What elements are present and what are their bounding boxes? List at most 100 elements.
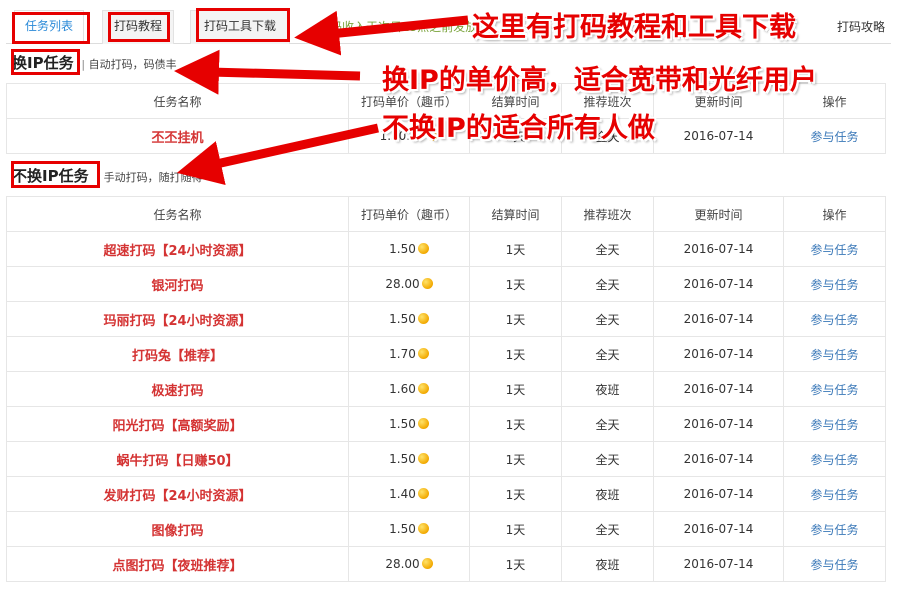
join-task-link[interactable]: 参与任务 bbox=[783, 301, 886, 337]
recommended-shift-text: 全天 bbox=[595, 522, 620, 537]
join-task-link[interactable]: 参与任务 bbox=[783, 266, 886, 302]
join-task-link[interactable]: 参与任务 bbox=[783, 441, 886, 477]
settle-time: 1天 bbox=[469, 336, 562, 372]
update-time-text: 2016-07-14 bbox=[683, 417, 754, 431]
task-name[interactable]: 极速打码 bbox=[6, 371, 349, 407]
update-time-text: 2016-07-14 bbox=[683, 242, 754, 256]
task-price-text: 1.50 bbox=[389, 452, 416, 466]
task-name[interactable]: 阳光打码【高额奖励】 bbox=[6, 406, 349, 442]
recommended-shift-text: 全天 bbox=[595, 347, 620, 362]
settle-time: 1天 bbox=[469, 231, 562, 267]
gold-coin-icon bbox=[417, 523, 429, 534]
join-task-link[interactable]: 参与任务 bbox=[783, 511, 886, 547]
col-price: 打码单价（趣币） bbox=[348, 196, 470, 232]
section-ip-title: 换IP任务 bbox=[12, 54, 74, 72]
task-name[interactable]: 图像打码 bbox=[6, 511, 349, 547]
settle-time-text: 1天 bbox=[505, 557, 526, 572]
settle-time-text: 1天 bbox=[505, 417, 526, 432]
update-time: 2016-07-14 bbox=[653, 511, 784, 547]
task-name[interactable]: 银河打码 bbox=[6, 266, 349, 302]
settle-time: 1天 bbox=[469, 266, 562, 302]
task-price: 1.40 bbox=[348, 476, 470, 512]
col-action: 操作 bbox=[783, 196, 886, 232]
join-task-link-text: 参与任务 bbox=[810, 487, 859, 502]
settle-time-text: 1天 bbox=[505, 242, 526, 257]
task-price-text: 1.50 bbox=[389, 417, 416, 431]
col-settle: 结算时间 bbox=[469, 196, 562, 232]
task-price-text: 28.00 bbox=[385, 277, 420, 291]
join-task-link-text: 参与任务 bbox=[810, 382, 859, 397]
update-time: 2016-07-14 bbox=[653, 336, 784, 372]
task-price-text: 1.50 bbox=[389, 522, 416, 536]
update-time-text: 2016-07-14 bbox=[683, 277, 754, 291]
update-time-text: 2016-07-14 bbox=[683, 487, 754, 501]
recommended-shift: 全天 bbox=[561, 441, 654, 477]
section-ip-subtitle: 自动打码，码债丰 bbox=[81, 56, 177, 72]
recommended-shift-text: 全天 bbox=[595, 242, 620, 257]
col-shift: 推荐班次 bbox=[561, 196, 654, 232]
settle-time-text: 1天 bbox=[505, 277, 526, 292]
update-time-text: 2016-07-14 bbox=[683, 382, 754, 396]
gold-coin-icon bbox=[421, 278, 433, 289]
strategy-link[interactable]: 打码攻略 bbox=[837, 18, 885, 35]
task-price: 28.00 bbox=[348, 546, 470, 582]
table-row: 图像打码 1.50 1天 全天 2016-07-14 参与任务 bbox=[6, 511, 886, 547]
task-name[interactable]: 发财打码【24小时资源】 bbox=[6, 476, 349, 512]
tab-tutorial[interactable]: 打码教程 bbox=[102, 10, 174, 44]
recommended-shift: 全天 bbox=[561, 301, 654, 337]
table-row: 点图打码【夜班推荐】 28.00 1天 夜班 2016-07-14 参与任务 bbox=[6, 546, 886, 582]
join-task-link[interactable]: 参与任务 bbox=[783, 118, 886, 154]
task-name[interactable]: 蜗牛打码【日赚50】 bbox=[6, 441, 349, 477]
join-task-link-text: 参与任务 bbox=[810, 277, 859, 292]
task-name[interactable]: 玛丽打码【24小时资源】 bbox=[6, 301, 349, 337]
update-time: 2016-07-14 bbox=[653, 441, 784, 477]
task-name-text: 打码兔【推荐】 bbox=[131, 348, 223, 364]
task-name[interactable]: 点图打码【夜班推荐】 bbox=[6, 546, 349, 582]
annotation-tutorial: 这里有打码教程和工具下载 bbox=[472, 12, 796, 43]
update-time: 2016-07-14 bbox=[653, 476, 784, 512]
recommended-shift: 全天 bbox=[561, 336, 654, 372]
gold-coin-icon bbox=[417, 453, 429, 464]
task-price: 28.00 bbox=[348, 266, 470, 302]
join-task-link[interactable]: 参与任务 bbox=[783, 371, 886, 407]
recommended-shift: 夜班 bbox=[561, 546, 654, 582]
table-row: 阳光打码【高额奖励】 1.50 1天 全天 2016-07-14 参与任务 bbox=[6, 406, 886, 442]
task-price: 1.50 bbox=[348, 406, 470, 442]
join-task-link[interactable]: 参与任务 bbox=[783, 546, 886, 582]
join-task-link-text: 参与任务 bbox=[810, 417, 859, 432]
table-row: 发财打码【24小时资源】 1.40 1天 夜班 2016-07-14 参与任务 bbox=[6, 476, 886, 512]
section-noip-subtitle: 手动打码，随打随得 bbox=[96, 169, 203, 185]
update-time-text: 2016-07-14 bbox=[683, 312, 754, 326]
join-task-link-text: 参与任务 bbox=[810, 522, 859, 537]
gold-coin-icon bbox=[417, 488, 429, 499]
section-noip-header: 不换IP任务 手动打码，随打随得 bbox=[12, 165, 203, 186]
task-price-text: 1.50 bbox=[389, 242, 416, 256]
gold-coin-icon bbox=[417, 313, 429, 324]
join-task-link[interactable]: 参与任务 bbox=[783, 231, 886, 267]
task-name[interactable]: 丕丕挂机 bbox=[6, 118, 349, 154]
table-row: 银河打码 28.00 1天 全天 2016-07-14 参与任务 bbox=[6, 266, 886, 302]
join-task-link-text: 参与任务 bbox=[810, 129, 859, 144]
update-time-text: 2016-07-14 bbox=[683, 557, 754, 571]
recommended-shift-text: 全天 bbox=[595, 417, 620, 432]
task-name-text: 极速打码 bbox=[151, 383, 204, 399]
update-time-text: 2016-07-14 bbox=[683, 129, 754, 143]
join-task-link[interactable]: 参与任务 bbox=[783, 336, 886, 372]
section-ip-header: 换IP任务 自动打码，码债丰 bbox=[12, 52, 177, 73]
task-name[interactable]: 打码兔【推荐】 bbox=[6, 336, 349, 372]
tab-tool-download[interactable]: 打码工具下载 bbox=[190, 10, 290, 44]
join-task-link[interactable]: 参与任务 bbox=[783, 406, 886, 442]
recommended-shift: 全天 bbox=[561, 231, 654, 267]
task-price: 1.50 bbox=[348, 511, 470, 547]
join-task-link[interactable]: 参与任务 bbox=[783, 476, 886, 512]
update-time: 2016-07-14 bbox=[653, 546, 784, 582]
update-time: 2016-07-14 bbox=[653, 301, 784, 337]
update-time-text: 2016-07-14 bbox=[683, 452, 754, 466]
task-name-text: 丕丕挂机 bbox=[151, 130, 204, 146]
task-name[interactable]: 超速打码【24小时资源】 bbox=[6, 231, 349, 267]
tab-task-list[interactable]: 任务列表 bbox=[14, 10, 84, 44]
update-time: 2016-07-14 bbox=[653, 406, 784, 442]
task-name-text: 玛丽打码【24小时资源】 bbox=[103, 313, 252, 329]
settle-time-text: 1天 bbox=[505, 452, 526, 467]
col-name: 任务名称 bbox=[6, 83, 349, 119]
